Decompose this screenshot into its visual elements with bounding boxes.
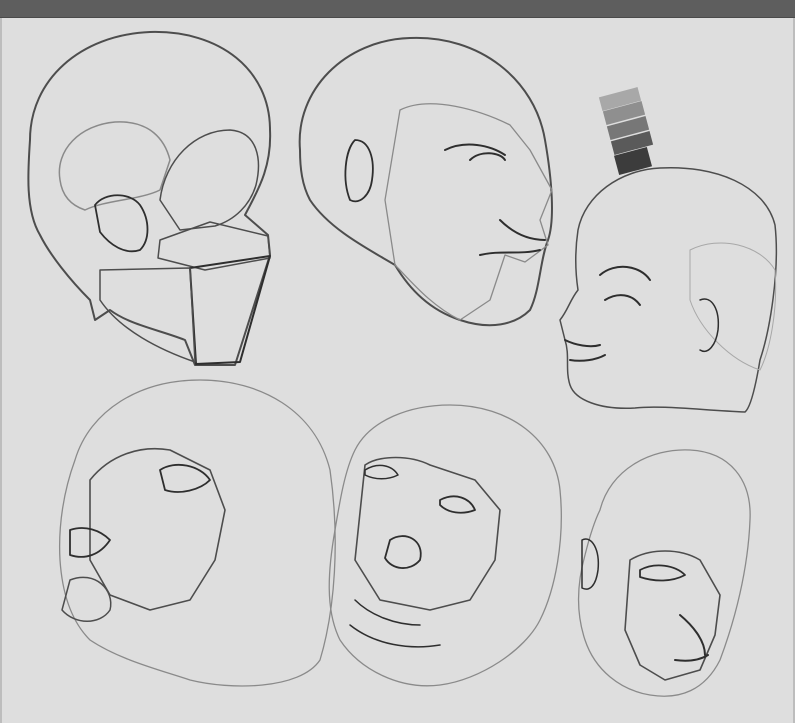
head-profile-rendered [559, 166, 778, 413]
drawing-app [0, 0, 795, 723]
sketch-artwork [27, 30, 778, 697]
value-swatches [598, 87, 654, 176]
bald-head-three-quarter-rendered [298, 36, 553, 327]
head-looking-down-sketch [577, 449, 751, 697]
head-tilted-sketch-center [328, 404, 562, 687]
skull-planes-study [27, 30, 272, 366]
head-tilted-up-sketch [59, 379, 336, 687]
